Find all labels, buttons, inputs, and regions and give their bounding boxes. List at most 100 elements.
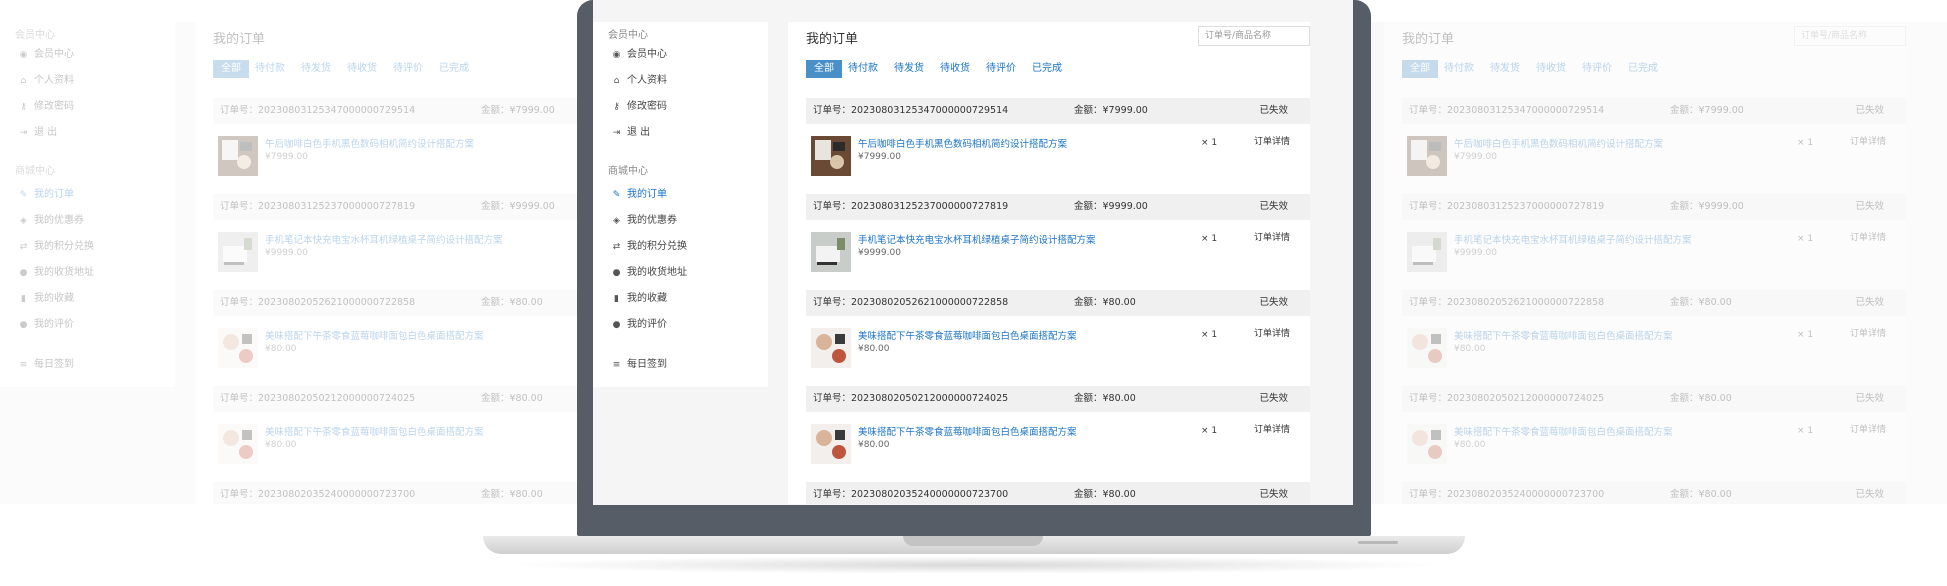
sidebar-item-checkin[interactable]: ≡每日签到 <box>0 352 175 378</box>
sidebar-item-profile[interactable]: ⌂个人资料 <box>593 68 768 94</box>
sidebar-item-favorites[interactable]: ▮我的收藏 <box>593 286 768 312</box>
tag-icon: ◈ <box>20 216 27 226</box>
main-panel: 我的订单 订单号/商品名称 全部 待付款 待发货 待收货 待评价 已完成 订单号… <box>1384 22 1906 504</box>
sidebar-item-my-orders[interactable]: ✎我的订单 <box>0 182 175 208</box>
sidebar-item-reviews[interactable]: ●我的评价 <box>593 312 768 338</box>
product-name-link[interactable]: 美味搭配下午茶零食蓝莓咖啡面包白色桌面搭配方案 <box>265 328 484 342</box>
order-detail-link[interactable]: 订单详情 <box>1254 422 1290 435</box>
product-name-link[interactable]: 美味搭配下午茶零食蓝莓咖啡面包白色桌面搭配方案 <box>1454 424 1673 438</box>
tab-completed[interactable]: 已完成 <box>1032 60 1062 78</box>
sidebar-item-reviews[interactable]: ●我的评价 <box>0 312 175 338</box>
product-thumbnail[interactable] <box>1407 328 1447 368</box>
tab-pending-shipment[interactable]: 待发货 <box>894 60 924 78</box>
sidebar-item-address[interactable]: ●我的收货地址 <box>593 260 768 286</box>
tab-pending-receipt[interactable]: 待收货 <box>1536 60 1566 78</box>
order-detail-link[interactable]: 订单详情 <box>1254 230 1290 243</box>
order-detail-link[interactable]: 订单详情 <box>1850 326 1886 339</box>
product-quantity: × 1 <box>1201 234 1218 244</box>
order-status: 已失效 <box>1259 201 1288 212</box>
tab-pending-receipt[interactable]: 待收货 <box>940 60 970 78</box>
tab-pending-payment[interactable]: 待付款 <box>255 60 285 78</box>
order-amount: 金额：¥7999.00 <box>481 105 555 116</box>
product-thumbnail[interactable] <box>1407 424 1447 464</box>
order-detail-link[interactable]: 订单详情 <box>1850 230 1886 243</box>
product-name-link[interactable]: 午后咖啡白色手机黑色数码相机简约设计搭配方案 <box>858 136 1067 150</box>
order-number: 订单号：20230802035240000000723700 <box>220 489 416 500</box>
tab-pending-review[interactable]: 待评价 <box>986 60 1016 78</box>
sidebar-item-points[interactable]: ⇄我的积分兑换 <box>0 234 175 260</box>
product-quantity: × 1 <box>1797 330 1814 340</box>
search-input[interactable]: 订单号/商品名称 <box>1794 26 1906 46</box>
order-card: 订单号：20230803125347000000729514 金额：¥7999.… <box>1402 98 1906 194</box>
order-header: 订单号：20230803125347000000729514 金额：¥7999.… <box>806 98 1310 124</box>
product-thumbnail[interactable] <box>811 424 851 464</box>
product-price: ¥9999.00 <box>1454 248 1497 258</box>
product-thumbnail[interactable] <box>218 232 258 272</box>
product-thumbnail[interactable] <box>218 136 258 176</box>
tab-pending-shipment[interactable]: 待发货 <box>301 60 331 78</box>
order-detail-link[interactable]: 订单详情 <box>1850 134 1886 147</box>
order-number: 订单号：20230803125347000000729514 <box>1409 105 1605 116</box>
page-title: 我的订单 <box>213 32 266 47</box>
product-thumbnail[interactable] <box>218 424 258 464</box>
product-name-link[interactable]: 美味搭配下午茶零食蓝莓咖啡面包白色桌面搭配方案 <box>858 424 1077 438</box>
product-name-link[interactable]: 美味搭配下午茶零食蓝莓咖啡面包白色桌面搭配方案 <box>265 424 484 438</box>
order-status: 已失效 <box>1259 489 1288 500</box>
sidebar-item-favorites[interactable]: ▮我的收藏 <box>0 286 175 312</box>
sidebar-item-points[interactable]: ⇄我的积分兑换 <box>593 234 768 260</box>
order-status: 已失效 <box>1259 393 1288 404</box>
product-price: ¥9999.00 <box>265 248 308 258</box>
sidebar-item-coupons[interactable]: ◈我的优惠券 <box>593 208 768 234</box>
tab-pending-payment[interactable]: 待付款 <box>848 60 878 78</box>
product-name-link[interactable]: 午后咖啡白色手机黑色数码相机简约设计搭配方案 <box>1454 136 1663 150</box>
product-thumbnail[interactable] <box>218 328 258 368</box>
product-name-link[interactable]: 午后咖啡白色手机黑色数码相机简约设计搭配方案 <box>265 136 474 150</box>
sidebar-item-checkin[interactable]: ≡每日签到 <box>593 352 768 378</box>
order-amount: 金额：¥80.00 <box>1670 297 1732 308</box>
sidebar-item-member-center[interactable]: ◉会员中心 <box>593 42 768 68</box>
tab-all[interactable]: 全部 <box>1402 60 1438 78</box>
product-name-link[interactable]: 美味搭配下午茶零食蓝莓咖啡面包白色桌面搭配方案 <box>1454 328 1673 342</box>
sidebar-item-my-orders[interactable]: ✎我的订单 <box>593 182 768 208</box>
comment-icon: ● <box>19 320 28 330</box>
product-name-link[interactable]: 美味搭配下午茶零食蓝莓咖啡面包白色桌面搭配方案 <box>858 328 1077 342</box>
tab-all[interactable]: 全部 <box>806 60 842 78</box>
tab-pending-payment[interactable]: 待付款 <box>1444 60 1474 78</box>
product-thumbnail[interactable] <box>811 136 851 176</box>
sidebar-item-password[interactable]: ⚷修改密码 <box>0 94 175 120</box>
tab-pending-review[interactable]: 待评价 <box>393 60 423 78</box>
order-detail-link[interactable]: 订单详情 <box>1254 134 1290 147</box>
order-number: 订单号：20230802052621000000722858 <box>220 297 416 308</box>
product-thumbnail[interactable] <box>811 328 851 368</box>
tab-all[interactable]: 全部 <box>213 60 249 78</box>
key-icon: ⚷ <box>20 102 27 112</box>
sidebar-item-logout[interactable]: ⇥退 出 <box>593 120 768 146</box>
order-number: 订单号：20230803125347000000729514 <box>813 105 1009 116</box>
order-header: 订单号：20230803125237000000727819 金额：¥9999.… <box>806 194 1310 220</box>
tab-completed[interactable]: 已完成 <box>1628 60 1658 78</box>
product-price: ¥7999.00 <box>265 152 308 162</box>
tab-pending-shipment[interactable]: 待发货 <box>1490 60 1520 78</box>
search-input[interactable]: 订单号/商品名称 <box>1198 26 1310 46</box>
sidebar-item-coupons[interactable]: ◈我的优惠券 <box>0 208 175 234</box>
product-name-link[interactable]: 手机笔记本快充电宝水杯耳机绿植桌子简约设计搭配方案 <box>858 232 1096 246</box>
order-detail-link[interactable]: 订单详情 <box>1254 326 1290 339</box>
sidebar-item-member-center[interactable]: ◉会员中心 <box>0 42 175 68</box>
product-thumbnail[interactable] <box>1407 136 1447 176</box>
sidebar-item-profile[interactable]: ⌂个人资料 <box>0 68 175 94</box>
tab-pending-receipt[interactable]: 待收货 <box>347 60 377 78</box>
product-name-link[interactable]: 手机笔记本快充电宝水杯耳机绿植桌子简约设计搭配方案 <box>1454 232 1692 246</box>
sidebar-item-logout[interactable]: ⇥退 出 <box>0 120 175 146</box>
sidebar-item-password[interactable]: ⚷修改密码 <box>593 94 768 120</box>
product-thumbnail[interactable] <box>811 232 851 272</box>
product-thumbnail[interactable] <box>1407 232 1447 272</box>
product-quantity: × 1 <box>1797 426 1814 436</box>
product-name-link[interactable]: 手机笔记本快充电宝水杯耳机绿植桌子简约设计搭配方案 <box>265 232 503 246</box>
order-detail-link[interactable]: 订单详情 <box>1850 422 1886 435</box>
tab-completed[interactable]: 已完成 <box>439 60 469 78</box>
tab-pending-review[interactable]: 待评价 <box>1582 60 1612 78</box>
sidebar-item-address[interactable]: ●我的收货地址 <box>0 260 175 286</box>
map-pin-icon: ● <box>612 268 621 278</box>
order-card: 订单号：20230803125237000000727819 金额：¥9999.… <box>806 194 1310 290</box>
order-header: 订单号：20230802052621000000722858 金额：¥80.00… <box>806 290 1310 316</box>
